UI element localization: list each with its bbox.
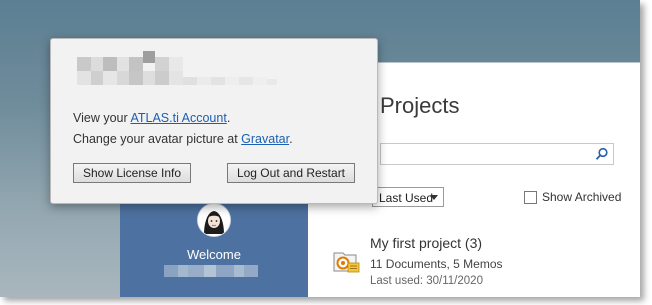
project-icon [333,252,360,273]
gravatar-link[interactable]: Gravatar [241,132,289,146]
avatar-link-line: Change your avatar picture at Gravatar. [73,132,293,146]
account-line-prefix: View your [73,111,131,125]
avatar-line-prefix: Change your avatar picture at [73,132,242,146]
project-last-used: Last used: 30/11/2020 [370,275,483,287]
show-license-info-button[interactable]: Show License Info [73,163,191,183]
logout-restart-button[interactable]: Log Out and Restart [227,163,355,183]
welcome-label: Welcome [187,247,241,262]
chevron-down-icon [430,195,438,200]
redacted-account-info [77,51,277,89]
avatar-line-suffix: . [289,132,293,146]
account-link-line: View your ATLAS.ti Account. [73,111,230,125]
desktop-background: Welcome Projects Last Used Show Archived… [0,0,640,297]
search-input[interactable] [380,143,614,165]
account-line-suffix: . [226,111,231,125]
project-meta: 11 Documents, 5 Memos [370,257,503,271]
show-archived-toggle[interactable]: Show Archived [524,190,621,204]
atlas-account-link[interactable]: ATLAS.ti Account [130,111,226,125]
project-name[interactable]: My first project (3) [370,235,482,251]
sort-dropdown[interactable]: Last Used [372,187,444,207]
avatar[interactable] [197,203,231,237]
show-archived-label: Show Archived [542,190,622,204]
project-list-item[interactable]: My first project (3) 11 Documents, 5 Mem… [332,235,632,295]
show-archived-checkbox[interactable] [524,190,537,204]
avatar-icon [198,204,230,236]
account-popup: View your ATLAS.ti Account. Change your … [50,38,378,204]
redacted-user-name [164,265,264,277]
page-title: Projects [380,93,460,118]
sort-selected-label: Last Used [379,191,434,205]
search-icon[interactable] [595,147,609,161]
